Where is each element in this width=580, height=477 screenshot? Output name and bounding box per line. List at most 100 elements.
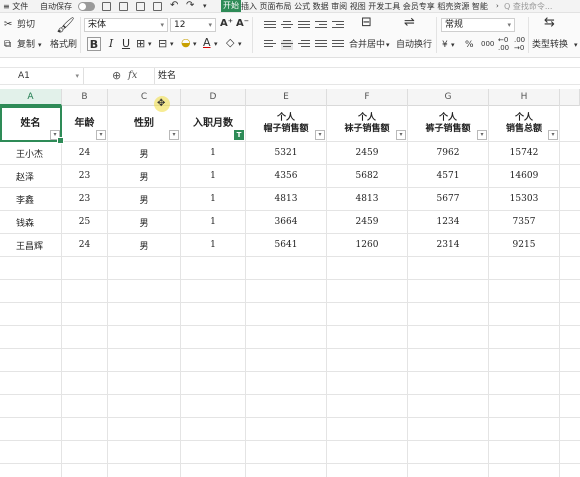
menu-tabs[interactable]: 插入 页面布局 公式 数据 审阅 视图 开发工具 会员专享 稻壳资源 智能 [241,1,497,12]
save-icon[interactable] [102,2,111,11]
column-header-c[interactable]: C [108,89,181,106]
data-cell[interactable]: 24 [62,234,107,256]
font-color-dropdown-icon[interactable]: ▾ [214,38,218,50]
data-cell[interactable]: 1260 [327,234,407,256]
undo-icon[interactable]: ↶ [170,0,178,11]
wrap-text-icon[interactable]: ⇌ [404,16,415,29]
print-preview-icon[interactable] [153,2,162,11]
data-cell[interactable]: 1 [181,165,245,187]
data-cell[interactable]: 赵泽 [0,165,61,187]
align-left-icon[interactable] [264,40,276,50]
data-cell[interactable]: 1234 [408,211,488,233]
data-cell[interactable]: 1 [181,234,245,256]
merge-center-dropdown-icon[interactable]: ▾ [386,39,390,51]
autosave-toggle[interactable] [78,2,95,11]
format-painter-icon[interactable]: 🖌 [56,16,75,34]
wrap-text-button[interactable]: 自动换行 [396,39,432,51]
data-cell[interactable]: 男 [108,211,180,233]
indent-increase-icon[interactable] [332,21,344,31]
align-right-icon[interactable] [298,40,310,50]
data-cell[interactable]: 5321 [246,142,326,164]
align-top-icon[interactable] [264,21,276,31]
column-header-f[interactable]: F [327,89,408,106]
command-search[interactable]: Q 查找命令... [504,1,580,12]
fill-color-icon[interactable]: ◒ [181,37,191,49]
data-cell[interactable]: 李鑫 [0,188,61,210]
data-cell[interactable]: 5677 [408,188,488,210]
number-format-select[interactable]: 常规 ▾ [441,18,515,32]
redo-icon[interactable]: ↷ [186,0,194,11]
filter-dropdown-icon[interactable]: ▾ [396,130,406,140]
data-cell[interactable]: 4813 [246,188,326,210]
column-header-h[interactable]: H [489,89,560,106]
merge-center-icon[interactable]: ⊟ [361,16,372,29]
merge-dropdown-icon[interactable]: ▾ [170,38,174,50]
border-icon[interactable]: ⊞ [136,38,145,50]
data-cell[interactable]: 5682 [327,165,407,187]
font-color-icon[interactable]: A [203,37,211,49]
data-cell[interactable]: 3664 [246,211,326,233]
decrease-decimal-icon[interactable]: .00 →0 [514,36,525,52]
italic-button[interactable]: I [105,37,117,51]
merge-icon[interactable]: ⊟ [158,38,167,50]
header-cell[interactable]: 个人 袜子销售额 [327,106,407,141]
data-cell[interactable]: 2459 [327,211,407,233]
zoom-icon[interactable]: ⊕ [112,69,121,83]
increase-decimal-icon[interactable]: ←0.00 [498,36,509,52]
copy-icon[interactable]: ⧉ [4,39,11,51]
filter-active-icon[interactable]: T [234,130,244,140]
data-cell[interactable]: 4571 [408,165,488,187]
data-cell[interactable]: 1 [181,142,245,164]
underline-button[interactable]: U [120,37,132,51]
indent-decrease-icon[interactable] [315,21,327,31]
filter-dropdown-icon[interactable]: ▾ [315,130,325,140]
data-cell[interactable]: 1 [181,188,245,210]
cut-button[interactable]: 剪切 [17,19,35,31]
border-dropdown-icon[interactable]: ▾ [148,38,152,50]
copy-button[interactable]: 复制 [17,39,35,51]
column-header-a[interactable]: A [0,89,62,106]
header-cell[interactable]: 个人 裤子销售额 [408,106,488,141]
formula-input[interactable]: 姓名 [154,68,580,84]
fill-color-dropdown-icon[interactable]: ▾ [193,38,197,50]
column-header-e[interactable]: E [246,89,327,106]
print-icon[interactable] [136,2,145,11]
data-cell[interactable]: 9215 [489,234,559,256]
data-cell[interactable]: 王小杰 [0,142,61,164]
quick-access-more-icon[interactable]: ▾ [203,1,207,12]
align-middle-icon[interactable] [281,21,293,31]
percent-button[interactable]: % [465,39,474,51]
clear-dropdown-icon[interactable]: ▾ [238,38,242,50]
font-name-select[interactable]: 宋体 ▾ [84,18,168,32]
filter-dropdown-icon[interactable]: ▾ [477,130,487,140]
data-cell[interactable]: 男 [108,165,180,187]
thousands-button[interactable]: 000 [481,38,494,50]
data-cell[interactable]: 4356 [246,165,326,187]
distribute-icon[interactable] [332,40,344,50]
column-header-b[interactable]: B [62,89,108,106]
data-cell[interactable]: 14609 [489,165,559,187]
data-cell[interactable]: 4813 [327,188,407,210]
increase-font-icon[interactable]: A⁺ [220,18,233,30]
cell-grid[interactable]: 姓名 ▾ 年龄 ▾ 性别 ▾ 入职月数 T 个人 帽子销售额 ▾ 个人 袜子销售额 ▾ 个人 裤子销售额 ▾ 个人… [0,106,580,477]
data-cell[interactable]: 1 [181,211,245,233]
column-header-d[interactable]: D [181,89,246,106]
font-size-select[interactable]: 12 ▾ [170,18,216,32]
currency-dropdown-icon[interactable]: ▾ [451,39,455,51]
decrease-font-icon[interactable]: A⁻ [236,18,249,30]
data-cell[interactable]: 男 [108,234,180,256]
menu-icon[interactable]: ≡ 文件 [3,1,28,12]
name-box[interactable]: A1 ▾ [0,68,84,84]
clear-format-icon[interactable]: ◇ [226,37,234,49]
data-cell[interactable]: 2314 [408,234,488,256]
column-header-empty[interactable] [560,89,580,106]
bold-button[interactable]: B [87,37,101,51]
filter-dropdown-icon[interactable]: ▾ [548,130,558,140]
format-painter-button[interactable]: 格式刷 [50,39,77,51]
data-cell[interactable]: 男 [108,142,180,164]
data-cell[interactable]: 5641 [246,234,326,256]
data-cell[interactable]: 王昌辉 [0,234,61,256]
data-cell[interactable]: 钱森 [0,211,61,233]
function-icon[interactable]: fx [128,69,137,83]
filter-dropdown-icon[interactable]: ▾ [169,130,179,140]
